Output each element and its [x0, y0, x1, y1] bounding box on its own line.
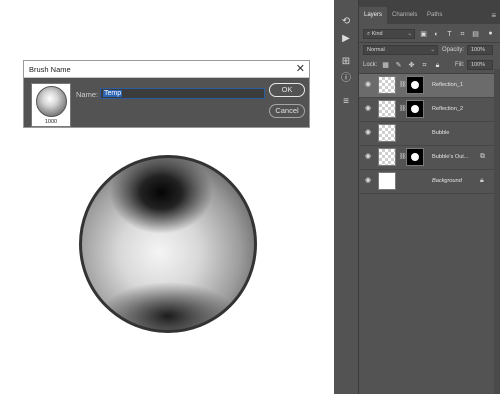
layer-name: Bubble [432, 130, 450, 136]
name-label: Name: [76, 90, 99, 99]
type-filter-icon[interactable]: T [445, 30, 454, 39]
brush-preview: 1000 [31, 83, 71, 127]
visibility-eye-icon[interactable]: ◉ [364, 177, 372, 185]
filter-kind-select[interactable]: ⌕ Kind ⌄ [363, 29, 415, 39]
visibility-eye-icon[interactable]: ◉ [364, 153, 372, 161]
opacity-input[interactable]: 100% [467, 45, 493, 55]
hamburger-menu-icon[interactable]: ≡ [491, 7, 496, 24]
brush-tip-thumbnail [36, 86, 67, 117]
brush-name-dialog: Brush Name ✕ 1000 Name: Temp OK Cancel [23, 60, 310, 128]
lock-row: Lock: ▦ ✎ ✥ ⌗ 🔒︎ Fill: 100% [359, 59, 500, 71]
layer-mask-thumbnail[interactable] [406, 100, 424, 118]
play-icon[interactable]: ▶ [340, 33, 352, 45]
ok-button[interactable]: OK [269, 83, 305, 97]
info-icon[interactable]: ⓘ [340, 73, 352, 85]
layer-name: Background [432, 178, 462, 184]
layer-thumbnail [378, 148, 396, 166]
adjustment-filter-icon[interactable]: ◐ [432, 30, 441, 39]
smart-object-thumbnail [378, 124, 396, 142]
brush-name-input[interactable]: Temp [100, 88, 265, 99]
lock-transparent-icon[interactable]: ▦ [381, 61, 390, 70]
fill-input[interactable]: 100% [467, 60, 493, 70]
brush-size-label: 1000 [44, 119, 58, 125]
lock-position-icon[interactable]: ✥ [407, 61, 416, 70]
blend-mode-select[interactable]: Normal ⌄ [363, 45, 438, 55]
blend-row: Normal ⌄ Opacity: 100% [359, 44, 500, 56]
lock-icon: 🔒︎ [480, 177, 484, 184]
layer-name: Reflection_2 [432, 106, 464, 112]
chevron-down-icon: ⌄ [430, 47, 435, 53]
opacity-label: Opacity: [442, 47, 465, 53]
dialog-title: Brush Name [29, 65, 71, 74]
bubble-artwork [79, 155, 257, 333]
filter-toggle-icon[interactable]: ● [486, 29, 495, 38]
visibility-eye-icon[interactable]: ◉ [364, 129, 372, 137]
pixel-filter-icon[interactable]: ▣ [419, 30, 428, 39]
layer-thumbnail [378, 76, 396, 94]
smart-object-filter-icon[interactable]: ▤ [471, 30, 480, 39]
chevron-down-icon: ⌄ [407, 31, 412, 37]
layer-mask-thumbnail[interactable] [406, 148, 424, 166]
blend-mode-value: Normal [367, 47, 385, 53]
layer-thumbnail [378, 172, 396, 190]
visibility-eye-icon[interactable]: ◉ [364, 105, 372, 113]
fx-icon[interactable]: ⧉ [480, 153, 488, 161]
scrollbar[interactable] [494, 69, 500, 394]
lock-image-icon[interactable]: ✎ [394, 61, 403, 70]
layer-row-reflection-1[interactable]: ◉ ⛓ Reflection_1 [359, 74, 500, 98]
layer-row-bubble[interactable]: ◉ Bubble [359, 122, 500, 146]
close-icon[interactable]: ✕ [296, 61, 305, 77]
layers-panel: Layers Channels Paths ≡ ⌕ Kind ⌄ ▣ ◐ T ⌗ … [359, 7, 500, 394]
opacity-value: 100% [471, 47, 486, 53]
layer-row-bubble-outline[interactable]: ◉ ⛓ Bubble's Out... ⧉ [359, 146, 500, 170]
brush-settings-icon[interactable]: ⊞ [340, 56, 352, 68]
collapsed-panel-strip: ⟲ ▶ ⊞ ⓘ ≡ [334, 0, 359, 394]
layer-name: Reflection_1 [432, 82, 464, 88]
link-chain-icon[interactable]: ⛓ [399, 154, 407, 161]
name-input-value: Temp [103, 90, 123, 97]
lock-label: Lock: [363, 62, 378, 68]
filter-row: ⌕ Kind ⌄ ▣ ◐ T ⌗ ▤ ● [359, 28, 500, 40]
visibility-eye-icon[interactable]: ◉ [364, 81, 372, 89]
dialog-titlebar: Brush Name ✕ [24, 61, 309, 78]
lock-artboard-icon[interactable]: ⌗ [420, 61, 429, 70]
divider [359, 42, 500, 43]
layer-mask-thumbnail[interactable] [406, 76, 424, 94]
filter-kind-value: Kind [371, 31, 383, 37]
layer-row-background[interactable]: ◉ Background 🔒︎ [359, 170, 500, 194]
fill-value: 100% [471, 62, 486, 68]
tab-channels[interactable]: Channels [387, 7, 422, 24]
link-chain-icon[interactable]: ⛓ [399, 82, 407, 89]
link-chain-icon[interactable]: ⛓ [399, 106, 407, 113]
layer-name: Bubble's Out... [432, 154, 469, 160]
history-icon[interactable]: ⟲ [340, 16, 352, 28]
tab-paths[interactable]: Paths [422, 7, 447, 24]
fill-label: Fill: [455, 62, 465, 68]
layer-thumbnail [378, 100, 396, 118]
layer-row-reflection-2[interactable]: ◉ ⛓ Reflection_2 [359, 98, 500, 122]
panel-tabs: Layers Channels Paths ≡ [359, 7, 500, 24]
lock-all-icon[interactable]: 🔒︎ [433, 61, 442, 70]
properties-icon[interactable]: ≡ [340, 96, 352, 108]
tab-layers[interactable]: Layers [359, 7, 388, 24]
shape-filter-icon[interactable]: ⌗ [458, 30, 467, 39]
cancel-button[interactable]: Cancel [269, 104, 305, 118]
